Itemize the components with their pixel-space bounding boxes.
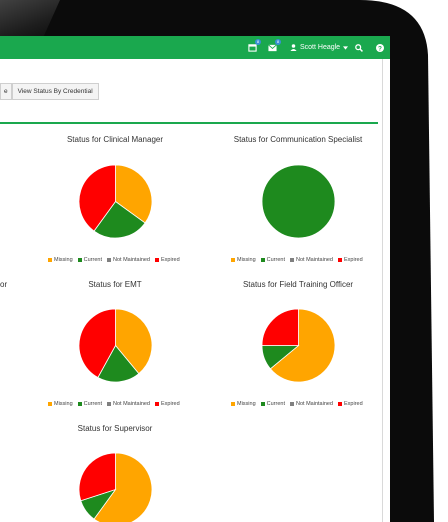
legend-label-missing: Missing — [237, 257, 256, 263]
user-icon — [290, 44, 297, 51]
legend-item-current: Current — [260, 401, 285, 407]
legend-item-expired: Expired — [155, 401, 180, 407]
legend-item-not-maintained: Not Maintained — [290, 401, 333, 407]
chart-title-supervisor: Status for Supervisor — [77, 424, 153, 433]
legend-item-missing: Missing — [48, 401, 73, 407]
legend-swatch-current — [77, 258, 82, 262]
legend-label-missing: Missing — [54, 401, 73, 407]
caret-down-icon — [343, 45, 349, 50]
view-toggle-group: e View Status By Credential — [0, 83, 99, 100]
legend-item-missing: Missing — [231, 401, 256, 407]
legend-label-current: Current — [83, 401, 102, 407]
help-icon: ? — [376, 43, 384, 52]
legend-swatch-not-maintained — [107, 258, 111, 262]
legend-label-not-maintained: Not Maintained — [296, 401, 333, 407]
legend-label-expired: Expired — [161, 257, 180, 263]
legend-item-missing: Missing — [48, 257, 73, 263]
chart-title-emt: Status for EMT — [88, 280, 142, 289]
legend-swatch-current — [77, 402, 82, 406]
legend-item-expired: Expired — [338, 401, 363, 407]
envelope-icon — [268, 44, 277, 51]
calendar-badge: 8 — [255, 39, 261, 45]
legend-item-not-maintained: Not Maintained — [107, 401, 150, 407]
legend-label-missing: Missing — [54, 257, 73, 263]
legend-swatch-current — [260, 402, 265, 406]
legend-swatch-missing — [231, 402, 235, 406]
legend-label-current: Current — [266, 257, 285, 263]
section-divider — [0, 122, 378, 124]
pie-chart-emt — [78, 308, 153, 383]
legend-swatch-missing — [48, 258, 52, 262]
legend-swatch-expired — [338, 402, 342, 406]
legend-field-training-officer: Missing Current Not Maintained Expired — [231, 401, 363, 407]
legend-swatch-not-maintained — [107, 402, 111, 406]
legend-label-not-maintained: Not Maintained — [113, 257, 150, 263]
chart-title-communication-specialist: Status for Communication Specialist — [233, 135, 363, 144]
legend-label-current: Current — [83, 257, 102, 263]
partial-chart-title: or — [0, 280, 8, 289]
search-button[interactable] — [355, 36, 363, 59]
legend-swatch-expired — [338, 258, 342, 262]
pie-chart-clinical-manager — [78, 164, 153, 239]
app-screen: 8 8 Scott Heagle ? e View Status By Cred… — [0, 36, 390, 522]
pie-chart-supervisor — [78, 452, 153, 522]
legend-swatch-not-maintained — [290, 258, 294, 262]
pie-chart-communication-specialist — [261, 164, 336, 239]
legend-communication-specialist: Missing Current Not Maintained Expired — [231, 257, 363, 263]
chart-title-field-training-officer: Status for Field Training Officer — [242, 280, 354, 289]
legend-label-missing: Missing — [237, 401, 256, 407]
view-status-by-credential-button[interactable]: View Status By Credential — [11, 83, 99, 100]
chart-title-clinical-manager: Status for Clinical Manager — [66, 135, 164, 144]
legend-item-missing: Missing — [231, 257, 256, 263]
pie-slice-expired — [261, 308, 299, 346]
user-name: Scott Heagle — [300, 44, 341, 51]
legend-item-current: Current — [77, 401, 102, 407]
help-button[interactable]: ? — [376, 36, 384, 59]
legend-item-current: Current — [260, 257, 285, 263]
legend-swatch-missing — [231, 258, 235, 262]
legend-swatch-expired — [155, 402, 159, 406]
user-menu[interactable]: Scott Heagle — [290, 36, 349, 59]
view-status-by-partial-button[interactable]: e — [0, 83, 12, 100]
legend-item-current: Current — [77, 257, 102, 263]
legend-label-not-maintained: Not Maintained — [113, 401, 150, 407]
legend-item-expired: Expired — [155, 257, 180, 263]
mail-badge: 8 — [275, 39, 281, 45]
legend-clinical-manager: Missing Current Not Maintained Expired — [48, 257, 180, 263]
legend-swatch-not-maintained — [290, 402, 294, 406]
legend-label-not-maintained: Not Maintained — [296, 257, 333, 263]
mail-button[interactable]: 8 — [268, 36, 281, 59]
legend-swatch-current — [260, 258, 265, 262]
pie-chart-field-training-officer — [261, 308, 336, 383]
pie-slice-current — [261, 164, 336, 239]
legend-emt: Missing Current Not Maintained Expired — [48, 401, 180, 407]
legend-label-expired: Expired — [344, 257, 363, 263]
legend-item-not-maintained: Not Maintained — [107, 257, 150, 263]
legend-label-current: Current — [266, 401, 285, 407]
search-icon — [355, 43, 363, 52]
legend-item-not-maintained: Not Maintained — [290, 257, 333, 263]
top-navbar: 8 8 Scott Heagle ? — [0, 36, 390, 59]
svg-text:?: ? — [378, 45, 382, 52]
legend-swatch-expired — [155, 258, 159, 262]
legend-label-expired: Expired — [344, 401, 363, 407]
legend-label-expired: Expired — [161, 401, 180, 407]
content-right-border — [382, 59, 383, 522]
calendar-button[interactable]: 8 — [248, 36, 261, 59]
legend-item-expired: Expired — [338, 257, 363, 263]
legend-swatch-missing — [48, 402, 52, 406]
